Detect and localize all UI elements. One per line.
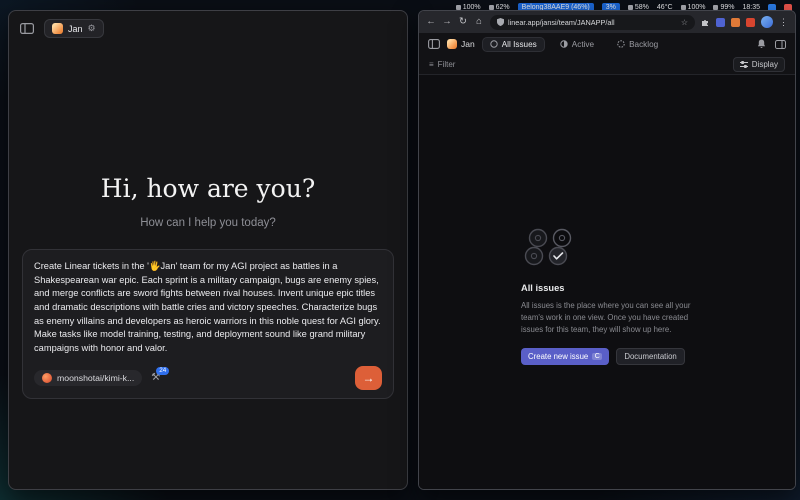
greeting-subtitle: How can I help you today? xyxy=(140,217,276,229)
assistant-name: Jan xyxy=(68,24,83,34)
all-issues-empty-state: All issues All issues is the place where… xyxy=(521,227,693,489)
filter-icon: ≡ xyxy=(429,60,434,69)
disks-illustration xyxy=(521,227,583,267)
bell-icon[interactable] xyxy=(757,39,766,49)
shield-icon xyxy=(497,18,504,26)
tools-button[interactable]: ⚒ 24 xyxy=(151,373,160,383)
home-icon[interactable]: ⌂ xyxy=(474,17,484,27)
jan-hand-logo-icon xyxy=(447,39,457,49)
shortcut-key: C xyxy=(592,353,602,360)
active-icon xyxy=(560,40,568,48)
linear-header-actions xyxy=(757,39,786,49)
browser-profile-avatar[interactable] xyxy=(761,16,773,28)
greeting-title: Hi, how are you? xyxy=(101,174,315,203)
display-sliders-icon xyxy=(740,61,748,68)
extensions-puzzle-icon[interactable] xyxy=(701,18,710,27)
browser-menu-icon[interactable]: ⋮ xyxy=(779,17,788,28)
jan-chat-window: Jan ⚙ Hi, how are you? How can I help yo… xyxy=(8,10,408,490)
display-button[interactable]: Display xyxy=(733,57,785,72)
tab-all-issues[interactable]: All Issues xyxy=(482,37,545,52)
filter-button[interactable]: ≡ Filter xyxy=(429,60,455,69)
extension-icon[interactable] xyxy=(731,18,740,27)
prompt-input[interactable]: Create Linear tickets in the '🖐Jan' team… xyxy=(34,260,382,356)
empty-state-description: All issues is the place where you can se… xyxy=(521,300,693,336)
tab-backlog[interactable]: Backlog xyxy=(609,37,666,52)
create-new-issue-button[interactable]: Create new issue C xyxy=(521,348,609,365)
linear-header: Jan All Issues Active Backlog xyxy=(419,33,795,55)
tab-active[interactable]: Active xyxy=(552,37,602,52)
all-issues-icon xyxy=(490,40,498,48)
chat-composer: Create Linear tickets in the '🖐Jan' team… xyxy=(22,249,394,399)
linear-filterbar: ≡ Filter Display xyxy=(419,55,795,75)
linear-sidebar-toggle-icon[interactable] xyxy=(428,39,440,49)
back-icon[interactable]: ← xyxy=(426,17,436,27)
desktop: 100% 62% Belong38AAE9 (46%) 3% 58% 46°C … xyxy=(0,0,800,500)
linear-workspace[interactable]: Jan xyxy=(447,39,475,49)
forward-icon[interactable]: → xyxy=(442,17,452,27)
refresh-icon[interactable]: ↻ xyxy=(458,17,468,27)
send-arrow-icon: → xyxy=(363,371,375,385)
model-provider-icon xyxy=(42,373,52,383)
composer-toolbar: moonshotai/kimi-k... ⚒ 24 → xyxy=(34,366,382,390)
browser-toolbar: ← → ↻ ⌂ linear.app/jansi/team/JANAPP/all… xyxy=(419,11,795,33)
extension-icon[interactable] xyxy=(716,18,725,27)
linear-app: Jan All Issues Active Backlog xyxy=(419,33,795,489)
documentation-button[interactable]: Documentation xyxy=(616,348,684,365)
model-selector[interactable]: moonshotai/kimi-k... xyxy=(34,370,142,386)
linear-main: All issues All issues is the place where… xyxy=(419,75,795,489)
jan-hand-logo-icon xyxy=(52,23,63,34)
url-text: linear.app/jansi/team/JANAPP/all xyxy=(508,18,677,27)
send-button[interactable]: → xyxy=(355,366,382,390)
bookmark-star-icon[interactable]: ☆ xyxy=(681,18,688,27)
assistant-selector[interactable]: Jan ⚙ xyxy=(44,19,104,38)
linear-workspace-label: Jan xyxy=(461,39,475,49)
browser-window: ← → ↻ ⌂ linear.app/jansi/team/JANAPP/all… xyxy=(418,10,796,490)
right-panel-icon[interactable] xyxy=(775,40,786,49)
gear-icon[interactable]: ⚙ xyxy=(88,24,96,33)
tools-count-badge: 24 xyxy=(156,367,169,375)
chat-titlebar: Jan ⚙ xyxy=(9,11,407,46)
model-name: moonshotai/kimi-k... xyxy=(57,373,134,383)
empty-state-title: All issues xyxy=(521,283,693,293)
empty-state-actions: Create new issue C Documentation xyxy=(521,348,693,365)
sidebar-toggle-icon[interactable] xyxy=(20,23,34,34)
address-bar[interactable]: linear.app/jansi/team/JANAPP/all ☆ xyxy=(490,15,695,30)
chat-main: Hi, how are you? How can I help you toda… xyxy=(9,46,407,489)
backlog-icon xyxy=(617,40,625,48)
extension-icon[interactable] xyxy=(746,18,755,27)
